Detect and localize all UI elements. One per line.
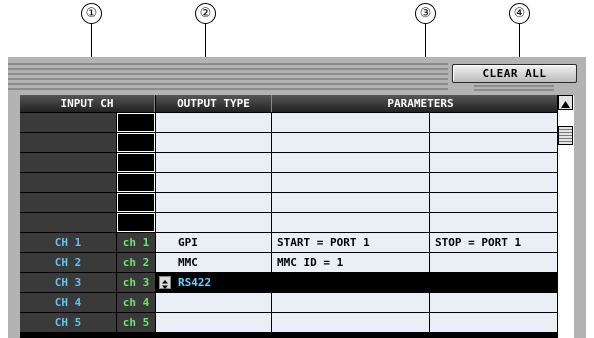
parameter-1-cell[interactable]: START = PORT 1 bbox=[272, 233, 429, 252]
parameter-1-cell[interactable]: MMC ID = 1 bbox=[272, 253, 429, 272]
parameter-2-cell[interactable] bbox=[430, 113, 569, 132]
parameter-1-cell[interactable] bbox=[272, 173, 429, 192]
callout-3: ③ bbox=[415, 3, 436, 24]
input-ch-number[interactable]: ch 1 bbox=[117, 233, 155, 252]
scrollbar[interactable] bbox=[557, 95, 574, 338]
output-type-cell[interactable] bbox=[156, 133, 271, 152]
scroll-thumb[interactable] bbox=[558, 126, 573, 145]
input-ch-label: CH 3 bbox=[20, 273, 116, 292]
input-ch-number[interactable] bbox=[117, 213, 155, 232]
output-type-cell[interactable] bbox=[156, 113, 271, 132]
input-ch-header: INPUT CH bbox=[20, 95, 155, 112]
input-ch-label: CH 2 bbox=[20, 253, 116, 272]
parameter-1-cell[interactable] bbox=[272, 313, 429, 332]
input-ch-number[interactable]: ch 4 bbox=[117, 293, 155, 312]
input-ch-label bbox=[20, 133, 116, 152]
parameter-2-cell[interactable] bbox=[430, 153, 569, 172]
parameters-header: PARAMETERS bbox=[272, 95, 569, 112]
scroll-up-button[interactable] bbox=[558, 95, 573, 110]
stripe bbox=[8, 88, 448, 90]
input-ch-number[interactable]: ch 5 bbox=[117, 313, 155, 332]
triangle-up-icon bbox=[561, 101, 570, 108]
stripe bbox=[8, 83, 448, 85]
input-ch-number[interactable] bbox=[117, 193, 155, 212]
output-type-cell[interactable] bbox=[156, 213, 271, 232]
stripe bbox=[8, 63, 448, 65]
output-type-cell[interactable]: GPI bbox=[156, 233, 271, 252]
parameter-2-cell[interactable] bbox=[430, 213, 569, 232]
input-ch-label bbox=[20, 173, 116, 192]
output-type-cell[interactable]: RS422 bbox=[156, 273, 271, 292]
callout-1: ① bbox=[81, 3, 102, 24]
input-ch-label: CH 4 bbox=[20, 293, 116, 312]
parameter-1-cell[interactable] bbox=[272, 133, 429, 152]
callout-4: ④ bbox=[509, 3, 530, 24]
stripe bbox=[8, 78, 448, 80]
output-type-cell[interactable] bbox=[156, 193, 271, 212]
parameter-2-cell[interactable]: STOP = PORT 1 bbox=[430, 233, 569, 252]
parameter-1-cell[interactable] bbox=[272, 193, 429, 212]
parameter-1-cell[interactable] bbox=[272, 113, 429, 132]
output-type-header: OUTPUT TYPE bbox=[156, 95, 272, 112]
output-type-cell[interactable] bbox=[156, 313, 271, 332]
input-ch-label bbox=[20, 193, 116, 212]
parameter-2-cell[interactable] bbox=[430, 313, 569, 332]
patch-table: INPUT CH OUTPUT TYPE PARAMETERS CH 1 ch 1… bbox=[20, 95, 569, 338]
input-ch-number[interactable] bbox=[117, 113, 155, 132]
output-type-cell[interactable]: MMC bbox=[156, 253, 271, 272]
output-type-value: GPI bbox=[178, 236, 198, 249]
clear-all-button[interactable]: CLEAR ALL bbox=[452, 64, 577, 83]
button-underline bbox=[474, 89, 554, 91]
parameter-1-cell[interactable] bbox=[272, 153, 429, 172]
input-ch-number[interactable] bbox=[117, 133, 155, 152]
parameter-2-cell[interactable] bbox=[430, 133, 569, 152]
parameter-2-cell[interactable] bbox=[430, 253, 569, 272]
parameter-1-cell[interactable] bbox=[272, 273, 429, 292]
input-ch-number[interactable] bbox=[117, 173, 155, 192]
parameter-2-cell[interactable] bbox=[430, 273, 569, 292]
parameter-1-cell[interactable] bbox=[272, 213, 429, 232]
input-ch-label: CH 5 bbox=[20, 313, 116, 332]
input-ch-number[interactable]: ch 3 bbox=[117, 273, 155, 292]
input-ch-number[interactable] bbox=[117, 153, 155, 172]
stripe bbox=[8, 73, 448, 75]
output-type-cell[interactable] bbox=[156, 293, 271, 312]
output-type-cell[interactable] bbox=[156, 153, 271, 172]
output-type-cell[interactable] bbox=[156, 173, 271, 192]
parameter-2-cell[interactable] bbox=[430, 293, 569, 312]
panel: CLEAR ALL INPUT CH OUTPUT TYPE PARAMETER… bbox=[8, 57, 586, 338]
parameter-2-cell[interactable] bbox=[430, 173, 569, 192]
parameter-1-cell[interactable] bbox=[272, 293, 429, 312]
input-ch-label bbox=[20, 113, 116, 132]
stripe bbox=[8, 68, 448, 70]
input-ch-label: CH 1 bbox=[20, 233, 116, 252]
input-ch-label bbox=[20, 153, 116, 172]
input-ch-number[interactable]: ch 2 bbox=[117, 253, 155, 272]
output-type-value: MMC bbox=[178, 256, 198, 269]
output-type-value: RS422 bbox=[178, 276, 212, 289]
callout-2: ② bbox=[195, 3, 216, 24]
button-underline bbox=[474, 85, 554, 87]
up-down-arrows-icon[interactable] bbox=[159, 276, 171, 289]
input-ch-label bbox=[20, 213, 116, 232]
parameter-2-cell[interactable] bbox=[430, 193, 569, 212]
